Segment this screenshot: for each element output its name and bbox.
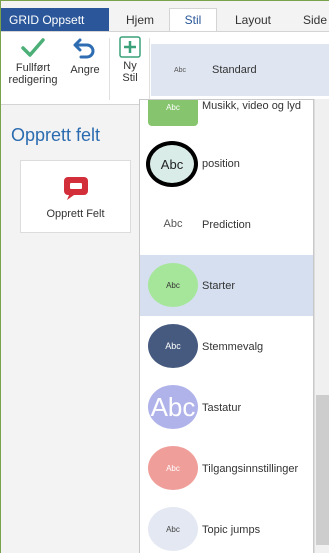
style-swatch: Abc	[148, 100, 198, 126]
new-style-label: Ny Stil	[122, 60, 138, 84]
undo-button[interactable]: Angre	[65, 36, 105, 76]
style-swatch: Abc	[148, 385, 198, 429]
style-item-prediction[interactable]: Abc Prediction	[140, 194, 313, 255]
current-style-name: Standard	[212, 64, 257, 76]
tab-grid-oppsett[interactable]: GRID Oppsett	[1, 8, 109, 31]
tab-hjem[interactable]: Hjem	[114, 8, 166, 31]
style-name: position	[202, 157, 240, 170]
undo-icon	[73, 38, 95, 59]
swatch-abc: Abc	[166, 463, 180, 473]
panel-title: Opprett felt	[11, 125, 101, 145]
style-item-position[interactable]: Abc position	[140, 133, 313, 194]
style-name: Tastatur	[202, 401, 242, 414]
style-name: Musikk, video og lyd	[202, 100, 302, 112]
style-item-topic-jumps[interactable]: Abc Topic jumps	[140, 499, 313, 553]
style-swatch: Abc	[148, 324, 198, 368]
swatch-abc: Abc	[160, 156, 184, 172]
style-name: Topic jumps	[202, 523, 261, 536]
style-swatch: Abc	[148, 202, 198, 246]
swatch-abc: Abc	[166, 280, 180, 290]
ribbon-separator	[149, 38, 150, 100]
style-swatch: Abc	[148, 446, 198, 490]
new-style-button[interactable]: Ny Stil	[114, 36, 146, 84]
style-swatch: Abc	[146, 141, 198, 187]
style-list: Abc Musikk, video og lyd Abc position Ab…	[139, 99, 314, 553]
swatch-abc: Abc	[150, 391, 196, 422]
style-item-tilgangsinnstillinger[interactable]: Abc Tilgangsinnstillinger	[140, 438, 313, 499]
checkmark-icon	[21, 38, 45, 57]
style-dropdown-current[interactable]: Abc Standard	[151, 44, 329, 96]
scrollbar-thumb[interactable]	[316, 395, 329, 545]
style-swatch: Abc	[148, 507, 198, 551]
add-icon	[119, 36, 141, 58]
ribbon-separator	[109, 38, 110, 100]
swatch-abc: Abc	[165, 341, 181, 351]
style-name: Prediction	[202, 218, 251, 231]
style-item-stemmevalg[interactable]: Abc Stemmevalg	[140, 316, 313, 377]
style-name: Tilgangsinnstillinger	[202, 462, 299, 475]
style-name: Stemmevalg	[202, 340, 264, 353]
swatch-abc: Abc	[166, 102, 180, 112]
tab-stil[interactable]: Stil	[169, 8, 217, 31]
style-name: Starter	[202, 279, 236, 292]
finish-editing-label: Fullført redigering	[8, 62, 58, 86]
current-style-preview: Abc	[174, 66, 187, 74]
tab-side[interactable]: Side	[291, 8, 329, 31]
ribbon-tab-bar: GRID Oppsett Hjem Stil Layout Side	[1, 1, 329, 31]
speech-bubble-icon	[63, 177, 88, 200]
undo-label: Angre	[70, 64, 100, 76]
style-list-scrollbar[interactable]	[314, 99, 329, 553]
style-item-tastatur[interactable]: Abc Tastatur	[140, 377, 313, 438]
left-panel: Opprett felt Opprett Felt	[1, 105, 141, 553]
swatch-abc: Abc	[163, 218, 183, 230]
create-cell-button[interactable]: Opprett Felt	[20, 160, 131, 233]
swatch-abc: Abc	[166, 524, 180, 534]
style-item-starter[interactable]: Abc Starter	[140, 255, 313, 316]
tab-layout[interactable]: Layout	[221, 8, 285, 31]
style-swatch: Abc	[148, 263, 198, 307]
create-cell-label: Opprett Felt	[46, 208, 105, 220]
finish-editing-button[interactable]: Fullført redigering	[3, 36, 63, 86]
